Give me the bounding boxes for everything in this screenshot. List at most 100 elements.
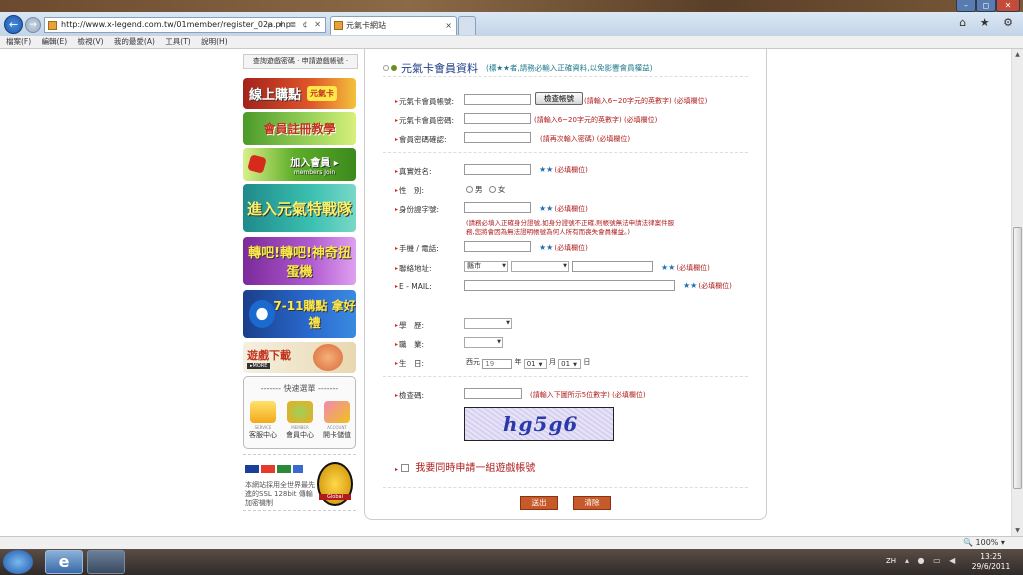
banner-join-member[interactable]: 加入會員 ▸ members Join [243, 148, 356, 181]
required-stars: ★★ [539, 165, 554, 174]
language-indicator[interactable]: ZH [886, 557, 896, 565]
name-label: ▸真實姓名: [395, 166, 432, 177]
title-divider [383, 76, 748, 77]
navigation-bar: ← → http://www.x-legend.com.tw/01member/… [0, 12, 1023, 36]
tab-title: 元氣卡網站 [346, 21, 386, 30]
gender-label: ▸性 別: [395, 185, 424, 196]
birth-day-select[interactable]: 01 ▼ [558, 359, 582, 369]
zoom-level[interactable]: 🔍 100% ▾ [963, 537, 1005, 549]
birth-month-select[interactable]: 01 ▼ [523, 359, 547, 369]
name-note: ★★(必填欄位) [539, 165, 588, 175]
minimize-button[interactable]: – [956, 0, 976, 12]
required-stars: ★★ [661, 263, 676, 272]
new-tab-button[interactable] [458, 16, 476, 35]
banner-gacha-machine[interactable]: 轉吧!轉吧!神奇扭蛋機 [243, 237, 356, 285]
bullet-icon: ▸ [395, 136, 399, 143]
ssl-seal-icon[interactable]: Global [317, 462, 353, 506]
address-input[interactable] [572, 261, 653, 272]
banner-register-tutorial[interactable]: 會員註冊教學 [243, 112, 356, 145]
birthday-day-unit: 日 [583, 358, 591, 366]
tab-current[interactable]: 元氣卡網站 × [330, 16, 457, 35]
gender-female-radio[interactable] [488, 186, 496, 193]
confirm-label: ▸會員密碼確認: [395, 134, 447, 145]
code-label: ▸檢查碼: [395, 390, 424, 401]
clear-button[interactable]: 清除 [573, 496, 611, 510]
vertical-scrollbar[interactable]: ▲ ▼ [1011, 49, 1023, 536]
required-text: (必填欄位) [554, 205, 588, 213]
submit-button[interactable]: 送出 [520, 496, 558, 510]
phone-input[interactable] [464, 241, 531, 252]
scroll-up-icon[interactable]: ▲ [1012, 49, 1023, 60]
id-label-text: 身份證字號: [399, 205, 440, 214]
password-note: (請輸入6~20字元的英數字) (必填欄位) [534, 115, 657, 125]
email-input[interactable] [464, 280, 675, 291]
birth-year-input[interactable]: 19 [482, 359, 513, 369]
banner-game-download[interactable]: 遊戲下載 ▸MORE [243, 342, 356, 373]
city-select[interactable]: 縣市 ▼ [464, 261, 508, 272]
ie-taskbar-icon[interactable]: e [45, 550, 83, 574]
start-button[interactable] [3, 550, 33, 574]
address-bar[interactable]: http://www.x-legend.com.tw/01member/regi… [44, 17, 326, 33]
scroll-down-icon[interactable]: ▼ [1012, 525, 1023, 536]
seal-label: Global [319, 494, 351, 500]
bullet-icon: ▸ [395, 117, 399, 124]
clock-time: 13:25 [980, 552, 1002, 561]
also-apply-checkbox[interactable] [401, 464, 410, 472]
banner-711-purchase[interactable]: 7-11購點 拿好禮 [243, 290, 356, 338]
chevron-down-icon: ▼ [538, 362, 543, 368]
gender-label-text: 性 別: [399, 186, 425, 195]
quick-account[interactable]: ACCOUNT 開卡儲值 [321, 401, 353, 440]
real-name-input[interactable] [464, 164, 531, 175]
sidebar-top-links[interactable]: 查詢遊戲密碼 · 申請遊戲帳號 · [243, 54, 358, 69]
tab-close-icon[interactable]: × [445, 17, 452, 35]
back-button[interactable]: ← [4, 15, 23, 34]
check-account-button[interactable]: 檢查帳號 [535, 92, 583, 105]
id-number-input[interactable] [464, 202, 531, 213]
confirm-label-text: 會員密碼確認: [399, 135, 447, 144]
district-select[interactable]: ▼ [511, 261, 569, 272]
maximize-button[interactable]: ◻ [976, 0, 996, 12]
clock[interactable]: 13:25 29/6/2011 [966, 552, 1016, 572]
secure-info: 本網站採用全世界最先進的SSL 128bit 傳輸加密機制 Global [243, 454, 356, 511]
menu-help[interactable]: 說明(H) [201, 36, 228, 48]
menu-tools[interactable]: 工具(T) [165, 36, 190, 48]
required-stars: ★★ [683, 281, 698, 290]
tray-icons[interactable]: ▴ ● ▭ ◀ [905, 556, 958, 565]
menu-edit[interactable]: 編輯(E) [42, 36, 68, 48]
education-select[interactable]: ▼ [464, 318, 512, 329]
address-tools[interactable]: ρ ▾ ≣ ¢ ✕ [267, 18, 323, 32]
close-window-button[interactable]: ✕ [996, 0, 1020, 12]
scrollbar-thumb[interactable] [1013, 227, 1022, 489]
tab-favicon-icon [334, 21, 343, 30]
account-label: ▸元氣卡會員帳號: [395, 96, 454, 107]
banner-label: 加入會員 ▸ [290, 157, 339, 169]
banner-label: 轉吧!轉吧!神奇扭蛋機 [248, 246, 351, 280]
id-note: ★★(必填欄位) [539, 204, 588, 214]
menu-file[interactable]: 檔案(F) [6, 36, 31, 48]
banner-online-purchase[interactable]: 線上購點 元氣卡 [243, 78, 356, 109]
password-confirm-input[interactable] [464, 132, 531, 143]
app-taskbar-icon[interactable] [87, 550, 125, 574]
birthday-label-text: 生 日: [399, 359, 425, 368]
bullet-icon: ▸ [395, 187, 399, 194]
chevron-down-icon: ▼ [563, 263, 567, 269]
menu-favorites[interactable]: 我的最愛(A) [114, 36, 155, 48]
site-favicon-icon [48, 21, 57, 30]
occupation-select[interactable]: ▼ [464, 337, 503, 348]
menu-view[interactable]: 檢視(V) [78, 36, 104, 48]
captcha-input[interactable] [464, 388, 522, 399]
bullet-icon: ▸ [395, 265, 399, 272]
city-select-value: 縣市 [467, 262, 481, 270]
password-label: ▸元氣卡會員密碼: [395, 115, 454, 126]
quick-service[interactable]: SERVICE 客服中心 [247, 401, 279, 440]
banner-special-force[interactable]: 進入元氣特戰隊 [243, 184, 356, 232]
birth-month-value: 01 [526, 360, 536, 368]
gender-male-radio[interactable] [466, 186, 473, 193]
banner-label: 7-11購點 拿好禮 [273, 299, 356, 330]
menu-bar: 檔案(F) 編輯(E) 檢視(V) 我的最愛(A) 工具(T) 說明(H) [0, 36, 1023, 49]
forward-button[interactable]: → [25, 17, 41, 33]
quick-member[interactable]: MEMBER 會員中心 [284, 401, 316, 440]
password-input[interactable] [464, 113, 531, 124]
browser-tools[interactable]: ⌂ ★ ⚙ [959, 16, 1018, 29]
account-input[interactable] [464, 94, 531, 105]
